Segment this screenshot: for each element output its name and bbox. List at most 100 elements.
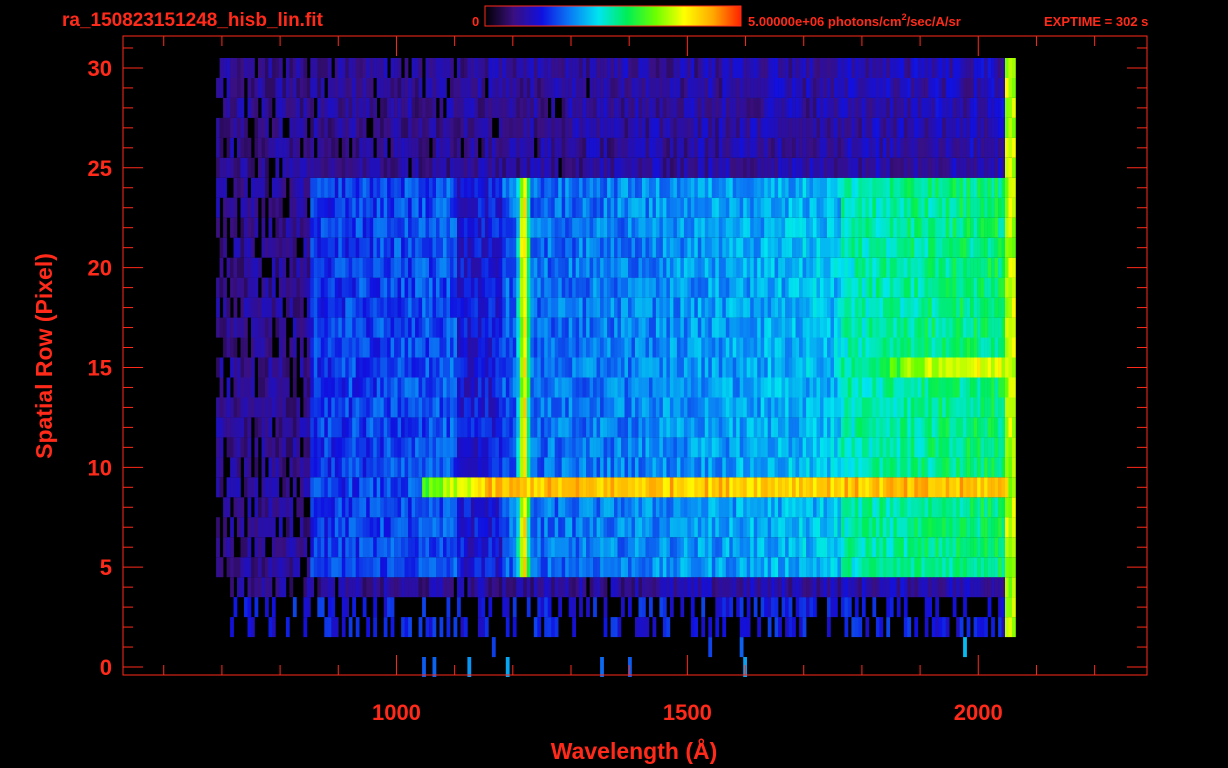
- heatmap-cell: [666, 557, 671, 578]
- heatmap-cell: [216, 297, 220, 318]
- heatmap-cell: [945, 397, 950, 418]
- heatmap-cell: [635, 617, 639, 638]
- heatmap-cell: [837, 497, 842, 518]
- heatmap-cell: [313, 157, 318, 178]
- heatmap-cell: [966, 457, 971, 478]
- heatmap-cell: [502, 397, 507, 418]
- heatmap-cell: [299, 197, 304, 218]
- heatmap-cell: [739, 597, 744, 618]
- heatmap-cell: [739, 577, 744, 598]
- heatmap-cell: [376, 217, 381, 238]
- heatmap-cell: [868, 437, 873, 458]
- heatmap-cell: [718, 477, 723, 498]
- heatmap-cell: [896, 457, 901, 478]
- heatmap-cell: [718, 537, 723, 558]
- heatmap-cell: [851, 537, 856, 558]
- heatmap-cell: [579, 237, 583, 258]
- heatmap-cell: [931, 317, 936, 338]
- heatmap-cell: [949, 197, 953, 218]
- heatmap-cell: [959, 437, 964, 458]
- heatmap-cell: [359, 337, 363, 358]
- heatmap-cell: [917, 517, 922, 538]
- heatmap-cell: [655, 457, 660, 478]
- heatmap-cell: [474, 297, 479, 318]
- heatmap-cell: [439, 437, 444, 458]
- heatmap-cell: [530, 317, 535, 338]
- heatmap-cell: [708, 577, 713, 598]
- heatmap-cell: [607, 437, 611, 458]
- heatmap-cell: [1008, 617, 1013, 638]
- heatmap-cell: [394, 577, 398, 598]
- heatmap-cell: [320, 437, 325, 458]
- heatmap-cell: [275, 537, 280, 558]
- heatmap-cell: [415, 237, 419, 258]
- heatmap-cell: [331, 377, 336, 398]
- heatmap-cell: [875, 577, 880, 598]
- heatmap-cell: [935, 177, 939, 198]
- heatmap-cell: [411, 437, 416, 458]
- heatmap-cell: [903, 397, 908, 418]
- heatmap-cell: [310, 177, 315, 198]
- heatmap-cell: [917, 217, 922, 238]
- heatmap-cell: [429, 457, 433, 478]
- heatmap-cell: [676, 217, 681, 238]
- heatmap-cell: [966, 317, 971, 338]
- heatmap-cell: [827, 197, 831, 218]
- heatmap-cell: [722, 337, 727, 358]
- heatmap-cell: [638, 257, 643, 278]
- heatmap-cell: [470, 557, 475, 578]
- heatmap-cell: [565, 497, 569, 518]
- heatmap-cell: [575, 277, 580, 298]
- heatmap-cell: [879, 457, 884, 478]
- heatmap-cell: [369, 317, 374, 338]
- heatmap-cell: [348, 357, 353, 378]
- heatmap-cell: [861, 357, 866, 378]
- heatmap-cell: [313, 557, 318, 578]
- heatmap-cell: [935, 597, 939, 618]
- heatmap-cell: [593, 597, 597, 618]
- heatmap-cell: [519, 337, 524, 358]
- heatmap-cell: [820, 457, 824, 478]
- heatmap-cell: [324, 257, 329, 278]
- heatmap-cell: [498, 237, 503, 258]
- heatmap-cell: [345, 417, 350, 438]
- heatmap-cell: [732, 557, 737, 578]
- heatmap-cell: [935, 437, 939, 458]
- heatmap-cell: [841, 317, 845, 338]
- heatmap-cell: [216, 477, 220, 498]
- heatmap-cell: [450, 437, 454, 458]
- heatmap-cell: [373, 397, 377, 418]
- heatmap-cell: [851, 297, 856, 318]
- heatmap-cell: [502, 357, 507, 378]
- heatmap-cell: [872, 217, 877, 238]
- heatmap-cell: [977, 257, 981, 278]
- heatmap-cell: [261, 397, 266, 418]
- heatmap-cell: [404, 237, 409, 258]
- heatmap-cell: [477, 197, 482, 218]
- heatmap-cell: [935, 477, 939, 498]
- heatmap-cell: [230, 537, 234, 558]
- heatmap-cell: [299, 277, 304, 298]
- heatmap-cell: [352, 457, 356, 478]
- heatmap-cell: [823, 497, 828, 518]
- heatmap-cell: [561, 537, 566, 558]
- heatmap-cell: [376, 477, 381, 498]
- heatmap-cell: [830, 197, 835, 218]
- heatmap-cell: [746, 277, 751, 298]
- heatmap-cell: [533, 357, 538, 378]
- heatmap-cell: [669, 377, 674, 398]
- heatmap-cell: [292, 377, 297, 398]
- heatmap-cell: [938, 257, 943, 278]
- heatmap-cell: [942, 237, 946, 258]
- heatmap-cell: [942, 257, 946, 278]
- heatmap-cell: [572, 457, 576, 478]
- heatmap-cell: [722, 177, 727, 198]
- heatmap-cell: [484, 517, 489, 538]
- heatmap-cell: [512, 317, 517, 338]
- heatmap-cell: [753, 417, 758, 438]
- heatmap-cell: [844, 577, 849, 598]
- heatmap-cell: [439, 157, 444, 178]
- heatmap-cell: [694, 557, 699, 578]
- heatmap-cell: [554, 217, 559, 238]
- heatmap-cell: [624, 217, 629, 238]
